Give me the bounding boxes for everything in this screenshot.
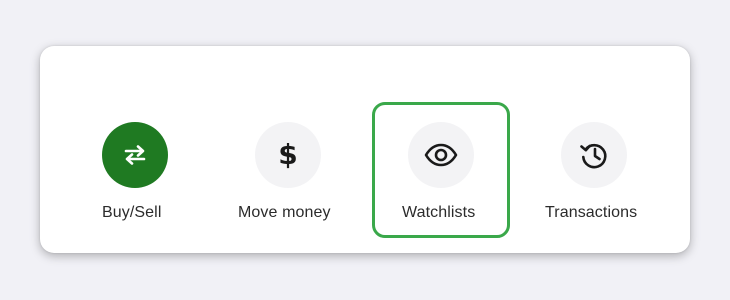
swap-arrows-icon <box>124 145 146 165</box>
eye-icon <box>424 143 458 167</box>
transactions-label: Transactions <box>545 204 638 221</box>
quick-actions-card: Buy/Sell $ Move money Watchlists Transac… <box>40 46 690 253</box>
move-money-label: Move money <box>238 204 331 221</box>
watchlists-label: Watchlists <box>402 204 476 221</box>
page-background: Buy/Sell $ Move money Watchlists Transac… <box>0 0 730 300</box>
watchlists-icon-circle <box>408 122 474 188</box>
history-icon <box>580 143 607 169</box>
transactions-button[interactable]: Transactions <box>544 46 648 253</box>
move-money-button[interactable]: $ Move money <box>234 46 344 253</box>
buy-sell-label: Buy/Sell <box>102 204 162 221</box>
move-money-icon-circle: $ <box>255 122 321 188</box>
watchlists-button[interactable]: Watchlists <box>372 46 510 253</box>
buy-sell-button[interactable]: Buy/Sell <box>92 46 178 253</box>
dollar-icon: $ <box>278 138 298 171</box>
transactions-icon-circle <box>561 122 627 188</box>
buy-sell-icon-circle <box>102 122 168 188</box>
